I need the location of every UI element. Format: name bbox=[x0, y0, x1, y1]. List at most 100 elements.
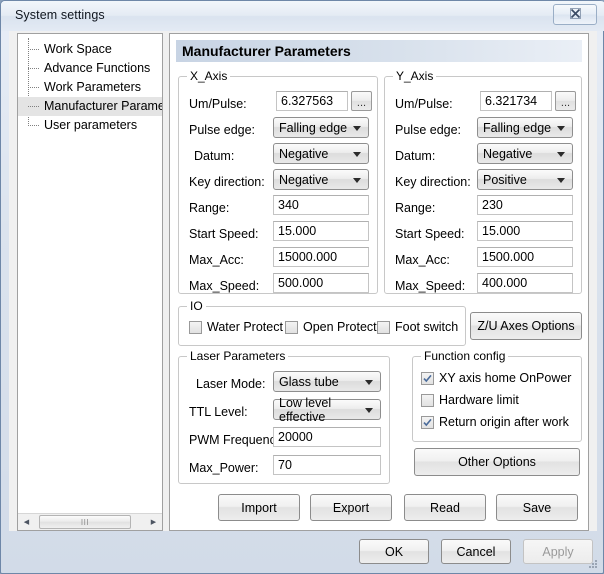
sidebar-item-work-space[interactable]: Work Space bbox=[18, 40, 162, 59]
x-pulse-edge-label: Pulse edge: bbox=[189, 123, 255, 137]
sidebar-item-manufacturer-parameters[interactable]: Manufacturer Paramet bbox=[18, 97, 162, 116]
y-key-direction-combo[interactable]: Positive bbox=[477, 169, 573, 190]
y-start-speed-input[interactable]: 15.000 bbox=[477, 221, 573, 241]
y-key-direction-value: Positive bbox=[483, 173, 527, 187]
pwm-frequency-input[interactable]: 20000 bbox=[273, 427, 381, 447]
x-max-speed-input[interactable]: 500.000 bbox=[273, 273, 369, 293]
laser-parameters-legend: Laser Parameters bbox=[187, 349, 288, 363]
sidebar-item-label: Work Space bbox=[44, 42, 112, 56]
chevron-down-icon bbox=[557, 126, 565, 131]
water-protect-checkbox[interactable]: Water Protect bbox=[189, 320, 283, 334]
ttl-level-combo[interactable]: Low level effective bbox=[273, 399, 381, 420]
y-range-input[interactable]: 230 bbox=[477, 195, 573, 215]
page-title: Manufacturer Parameters bbox=[176, 43, 351, 59]
sidebar-item-user-parameters[interactable]: User parameters bbox=[18, 116, 162, 135]
y-pulse-edge-label: Pulse edge: bbox=[395, 123, 461, 137]
y-datum-value: Negative bbox=[483, 147, 532, 161]
x-datum-combo[interactable]: Negative bbox=[273, 143, 369, 164]
y-um-pulse-input[interactable]: 6.321734 bbox=[480, 91, 552, 111]
tree-horizontal-scrollbar[interactable]: ◀ III ▶ bbox=[18, 513, 162, 530]
y-range-label: Range: bbox=[395, 201, 435, 215]
cancel-button[interactable]: Cancel bbox=[441, 539, 511, 564]
x-max-speed-label: Max_Speed: bbox=[189, 279, 259, 293]
x-um-pulse-browse-button[interactable]: ... bbox=[351, 91, 372, 111]
manufacturer-parameters-panel: Manufacturer Parameters X_Axis Um/Pulse:… bbox=[169, 33, 589, 531]
x-max-acc-label: Max_Acc: bbox=[189, 253, 244, 267]
chevron-down-icon bbox=[353, 178, 361, 183]
ok-button[interactable]: OK bbox=[359, 539, 429, 564]
zu-axes-options-button[interactable]: Z/U Axes Options bbox=[470, 312, 582, 340]
xy-axis-home-onpower-label: XY axis home OnPower bbox=[439, 371, 571, 385]
tree-branch-icon bbox=[28, 68, 39, 69]
x-key-direction-label: Key direction: bbox=[189, 175, 265, 189]
tree-branch-icon bbox=[28, 125, 39, 126]
x-start-speed-input[interactable]: 15.000 bbox=[273, 221, 369, 241]
close-button[interactable] bbox=[553, 4, 597, 25]
laser-parameters-group: Laser Parameters Laser Mode: Glass tube … bbox=[178, 356, 390, 484]
scroll-right-arrow-icon[interactable]: ▶ bbox=[145, 514, 162, 530]
y-pulse-edge-value: Falling edge bbox=[483, 121, 551, 135]
ttl-level-label: TTL Level: bbox=[189, 405, 248, 419]
x-um-pulse-label: Um/Pulse: bbox=[189, 97, 247, 111]
settings-tree-panel: Work Space Advance Functions Work Parame… bbox=[17, 33, 163, 531]
y-max-speed-label: Max_Speed: bbox=[395, 279, 465, 293]
x-range-input[interactable]: 340 bbox=[273, 195, 369, 215]
y-pulse-edge-combo[interactable]: Falling edge bbox=[477, 117, 573, 138]
checkbox-box bbox=[421, 416, 434, 429]
checkbox-box bbox=[421, 394, 434, 407]
chevron-down-icon bbox=[353, 126, 361, 131]
settings-tree-list: Work Space Advance Functions Work Parame… bbox=[18, 40, 162, 135]
x-um-pulse-input[interactable]: 6.327563 bbox=[276, 91, 348, 111]
io-group: IO Water Protect Open Protect Foot switc… bbox=[178, 306, 466, 346]
y-datum-combo[interactable]: Negative bbox=[477, 143, 573, 164]
other-options-button[interactable]: Other Options bbox=[414, 448, 580, 476]
y-axis-group: Y_Axis Um/Pulse: 6.321734 ... Pulse edge… bbox=[384, 76, 582, 294]
check-icon bbox=[423, 418, 432, 427]
hardware-limit-label: Hardware limit bbox=[439, 393, 519, 407]
sidebar-item-label: Advance Functions bbox=[44, 61, 150, 75]
scrollbar-thumb[interactable]: III bbox=[39, 515, 131, 529]
resize-grip-icon[interactable] bbox=[587, 558, 599, 570]
open-protect-checkbox[interactable]: Open Protect bbox=[285, 320, 377, 334]
chevron-down-icon bbox=[557, 178, 565, 183]
system-settings-window: System settings Work Space Advance Funct… bbox=[0, 0, 604, 574]
y-max-speed-input[interactable]: 400.000 bbox=[477, 273, 573, 293]
y-start-speed-label: Start Speed: bbox=[395, 227, 465, 241]
export-button[interactable]: Export bbox=[310, 494, 392, 521]
checkbox-box bbox=[377, 321, 390, 334]
sidebar-item-label: User parameters bbox=[44, 118, 137, 132]
hardware-limit-checkbox[interactable]: Hardware limit bbox=[421, 393, 519, 407]
import-button[interactable]: Import bbox=[218, 494, 300, 521]
y-um-pulse-label: Um/Pulse: bbox=[395, 97, 453, 111]
read-button[interactable]: Read bbox=[404, 494, 486, 521]
x-key-direction-value: Negative bbox=[279, 173, 328, 187]
sidebar-item-advance-functions[interactable]: Advance Functions bbox=[18, 59, 162, 78]
max-power-input[interactable]: 70 bbox=[273, 455, 381, 475]
return-origin-after-work-checkbox[interactable]: Return origin after work bbox=[421, 415, 569, 429]
y-max-acc-input[interactable]: 1500.000 bbox=[477, 247, 573, 267]
x-key-direction-combo[interactable]: Negative bbox=[273, 169, 369, 190]
save-button[interactable]: Save bbox=[496, 494, 578, 521]
tree-branch-icon bbox=[28, 87, 39, 88]
foot-switch-checkbox[interactable]: Foot switch bbox=[377, 320, 458, 334]
chevron-down-icon bbox=[365, 380, 373, 385]
sidebar-item-label: Manufacturer Paramet bbox=[44, 99, 162, 113]
water-protect-label: Water Protect bbox=[207, 320, 283, 334]
laser-mode-combo[interactable]: Glass tube bbox=[273, 371, 381, 392]
apply-button: Apply bbox=[523, 539, 593, 564]
sidebar-item-work-parameters[interactable]: Work Parameters bbox=[18, 78, 162, 97]
scroll-left-arrow-icon[interactable]: ◀ bbox=[18, 514, 35, 530]
x-pulse-edge-combo[interactable]: Falling edge bbox=[273, 117, 369, 138]
check-icon bbox=[423, 374, 432, 383]
xy-axis-home-onpower-checkbox[interactable]: XY axis home OnPower bbox=[421, 371, 571, 385]
scrollbar-track[interactable]: III bbox=[35, 514, 145, 530]
tree-branch-icon bbox=[28, 106, 39, 107]
tree-branch-icon bbox=[28, 49, 39, 50]
checkbox-box bbox=[285, 321, 298, 334]
chevron-down-icon bbox=[353, 152, 361, 157]
foot-switch-label: Foot switch bbox=[395, 320, 458, 334]
scrollbar-grip-icon: III bbox=[81, 518, 89, 527]
x-datum-label: Datum: bbox=[194, 149, 234, 163]
y-um-pulse-browse-button[interactable]: ... bbox=[555, 91, 576, 111]
x-max-acc-input[interactable]: 15000.000 bbox=[273, 247, 369, 267]
